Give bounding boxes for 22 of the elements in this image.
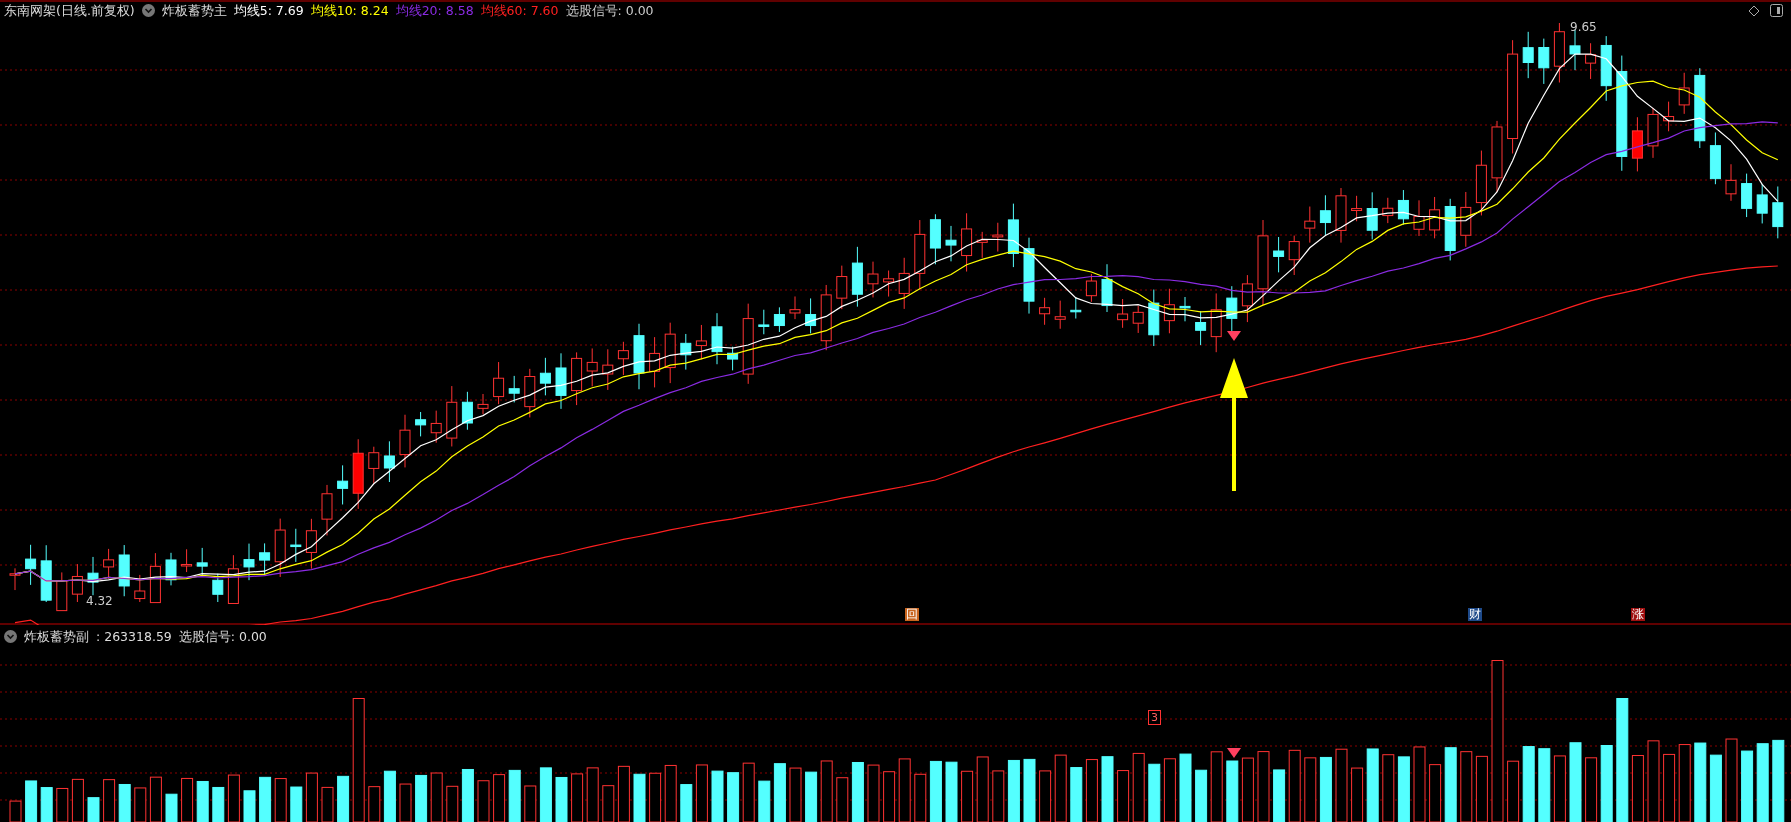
- chart-title: 东南网架(日线.前复权): [4, 3, 135, 18]
- legend-value: 选股信号: 0.00: [565, 3, 654, 18]
- dropdown-icon[interactable]: [4, 630, 17, 643]
- signal-value: 选股信号: 0.00: [178, 629, 267, 644]
- legend-value: 均线20: 8.58: [395, 3, 474, 18]
- legend-value: 均线10: 8.24: [310, 3, 389, 18]
- bar-label: 3: [1148, 710, 1161, 725]
- low-price-label: 4.32: [86, 594, 113, 608]
- event-marker[interactable]: 回: [905, 608, 919, 621]
- legend-value: 均线60: 7.60: [480, 3, 559, 18]
- event-marker[interactable]: 涨: [1631, 608, 1645, 621]
- panel-toggle-icon[interactable]: [1770, 4, 1783, 17]
- legend-value: 均线5: 7.69: [233, 3, 304, 18]
- indicator-value: : 263318.59: [96, 629, 172, 644]
- dropdown-icon[interactable]: [141, 4, 155, 17]
- diamond-icon[interactable]: [1748, 4, 1760, 17]
- high-price-label: 9.65: [1570, 20, 1597, 34]
- event-marker[interactable]: 财: [1468, 608, 1482, 621]
- signal-marker-icon: [1227, 748, 1241, 758]
- indicator-name: 炸板蓄势副: [24, 629, 89, 644]
- indicator-name: 炸板蓄势主: [161, 3, 227, 18]
- signal-marker-icon: [1227, 331, 1241, 341]
